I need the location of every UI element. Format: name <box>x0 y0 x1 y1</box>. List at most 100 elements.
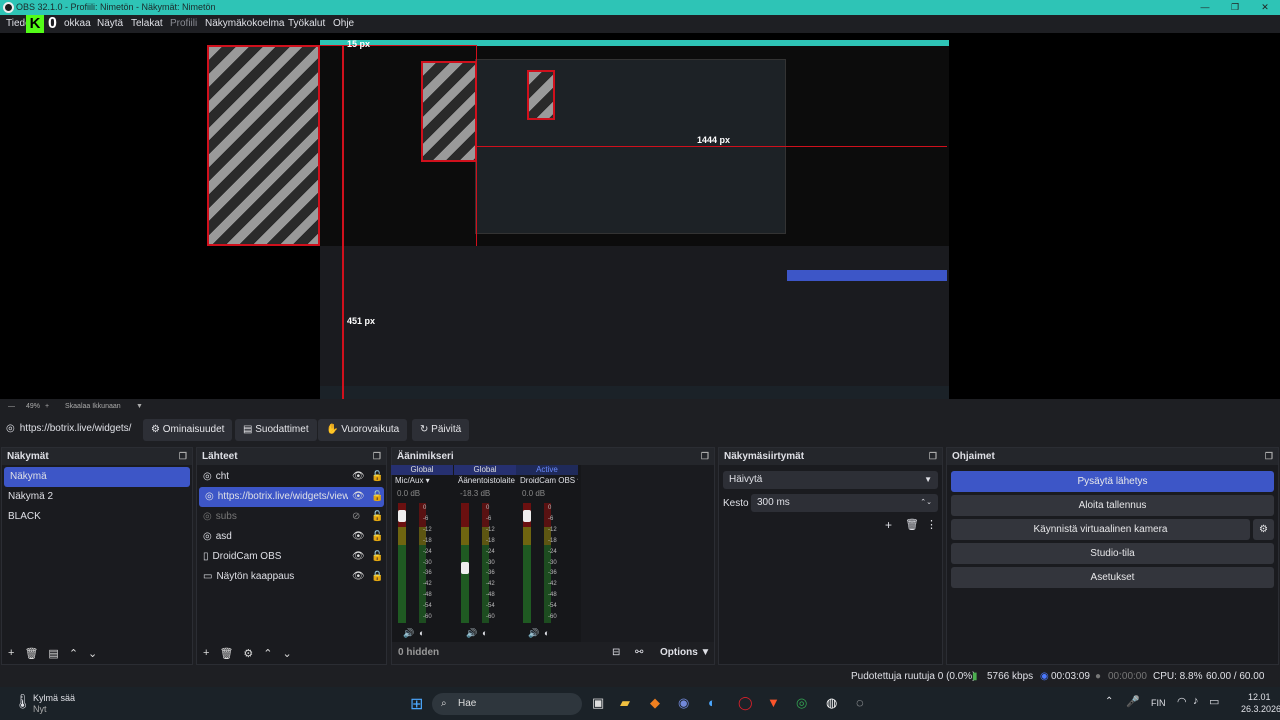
eye-icon[interactable]: 👁 <box>352 487 365 507</box>
layout-icon[interactable]: ⊟ <box>612 642 620 664</box>
source-item[interactable]: ◎ subs ⊘ 🔓 <box>197 507 386 527</box>
eye-hidden-icon[interactable]: ⊘ <box>352 507 360 527</box>
clock-time[interactable]: 12.01 <box>1248 692 1271 702</box>
add-icon[interactable]: + <box>8 647 14 660</box>
gear-icon[interactable]: ⚙ <box>243 647 253 660</box>
virtual-camera-button[interactable]: Käynnistä virtuaalinen kamera <box>951 519 1250 540</box>
speaker-icon[interactable]: 🔊 <box>466 628 477 639</box>
zoom-dropdown-icon[interactable]: ▼ <box>136 399 143 414</box>
settings-button[interactable]: Asetukset <box>951 567 1274 588</box>
filter-icon[interactable]: ▤ <box>48 647 58 660</box>
move-up-icon[interactable]: ⌃ <box>263 647 272 660</box>
eye-icon[interactable]: 👁 <box>352 467 365 487</box>
move-down-icon[interactable]: ⌄ <box>283 647 292 660</box>
app3-icon[interactable]: ◌ <box>856 695 864 710</box>
duration-spinbox[interactable]: 300 ms ⌃⌄ <box>751 494 938 512</box>
windows-start-icon[interactable]: ⊞ <box>410 694 423 714</box>
lock-icon[interactable]: 🔒 <box>371 567 383 587</box>
source-item[interactable]: ◎ https://botrix.live/widgets/viewe 👁 🔓 <box>199 487 384 507</box>
monitor-icon[interactable]: ◐ <box>419 628 424 638</box>
interact-button[interactable]: ✋ Vuorovaikuta <box>318 419 408 441</box>
app2-icon[interactable]: ◐ <box>708 695 716 710</box>
folder-icon[interactable]: ▰ <box>620 695 630 711</box>
taskbar-search[interactable]: ⌕ Hae <box>432 693 582 715</box>
trash-icon[interactable]: 🗑 <box>24 647 38 660</box>
zoom-plus-icon[interactable]: + <box>45 399 49 414</box>
zoom-scale-select[interactable]: Skaalaa Ikkunaan <box>65 399 121 414</box>
add-icon[interactable]: + <box>203 647 209 660</box>
undock-icon[interactable]: ❐ <box>179 448 187 465</box>
channel-name[interactable]: DroidCam OBS ▾ <box>516 475 578 487</box>
obs-icon[interactable]: ◍ <box>826 695 837 711</box>
source-item[interactable]: ◎ asd 👁 🔓 <box>197 527 386 547</box>
speaker-icon[interactable]: 🔊 <box>528 628 539 639</box>
speaker-icon[interactable]: 🔊 <box>403 628 414 639</box>
wifi-icon[interactable]: ◠ <box>1177 695 1187 708</box>
channel-name[interactable]: Äänentoistolaite ▾ <box>454 475 516 487</box>
virtual-camera-settings-icon[interactable]: ⚙ <box>1253 519 1274 540</box>
eye-icon[interactable]: 👁 <box>352 527 365 547</box>
volume-icon[interactable]: ♪ <box>1193 695 1199 707</box>
volume-fader[interactable] <box>398 510 406 522</box>
zoom-minus-icon[interactable]: — <box>8 399 15 414</box>
undock-icon[interactable]: ❐ <box>373 448 381 465</box>
source-item[interactable]: ▯ DroidCam OBS 👁 🔓 <box>197 547 386 567</box>
tray-chevron-icon[interactable]: ⌃ <box>1105 696 1113 707</box>
mic-icon[interactable]: 🎤 <box>1126 695 1140 708</box>
advanced-audio-icon[interactable]: ⚯ <box>635 642 643 664</box>
unlock-icon[interactable]: 🔓 <box>371 507 383 527</box>
undock-icon[interactable]: ❐ <box>929 448 937 465</box>
unlock-icon[interactable]: 🔓 <box>371 527 383 547</box>
unlock-icon[interactable]: 🔓 <box>371 487 383 507</box>
scene-item[interactable]: BLACK <box>2 507 192 527</box>
menu-scene-collection[interactable]: Näkymäkokoelma <box>205 15 284 33</box>
menu-docks[interactable]: Telakat <box>131 15 163 33</box>
brave-icon[interactable]: ▼ <box>767 695 780 710</box>
task-view-icon[interactable]: ▣ <box>592 695 604 711</box>
transition-select[interactable]: Häivytä ▼ <box>723 471 938 489</box>
unlock-icon[interactable]: 🔓 <box>371 467 383 487</box>
opera-icon[interactable]: ◯ <box>738 695 753 711</box>
options-button[interactable]: Options ▼ <box>660 642 710 664</box>
menu-profile[interactable]: Profiili <box>170 15 197 33</box>
volume-fader[interactable] <box>523 510 531 522</box>
language-indicator[interactable]: FIN <box>1151 698 1166 708</box>
studio-mode-button[interactable]: Studio-tila <box>951 543 1274 564</box>
source-item[interactable]: ◎ cht 👁 🔓 <box>197 467 386 487</box>
monitor-icon[interactable]: ◐ <box>482 628 487 638</box>
channel-name[interactable]: Mic/Aux ▾ <box>391 475 453 487</box>
chrome-icon[interactable]: ◎ <box>796 695 807 711</box>
preview-canvas[interactable]: 15 px 1444 px 451 px <box>0 33 1280 401</box>
unlock-icon[interactable]: 🔓 <box>371 547 383 567</box>
weather-text[interactable]: Kylmä sää <box>33 693 75 703</box>
maximize-button[interactable]: ❐ <box>1220 0 1250 15</box>
move-down-icon[interactable]: ⌄ <box>88 647 97 660</box>
add-icon[interactable]: + <box>885 518 892 532</box>
menu-view[interactable]: Näytä <box>97 15 123 33</box>
start-record-button[interactable]: Aloita tallennus <box>951 495 1274 516</box>
more-icon[interactable]: ⋮ <box>926 518 937 531</box>
minimize-button[interactable]: — <box>1190 0 1220 15</box>
monitor-icon[interactable]: ◐ <box>544 628 549 638</box>
menu-tools[interactable]: Työkalut <box>288 15 325 33</box>
refresh-button[interactable]: ↻ Päivitä <box>412 419 470 441</box>
spin-arrows-icon[interactable]: ⌃⌄ <box>920 494 932 512</box>
menu-help[interactable]: Ohje <box>333 15 354 33</box>
undock-icon[interactable]: ❐ <box>1265 448 1273 465</box>
close-button[interactable]: ✕ <box>1250 0 1280 15</box>
trash-icon[interactable]: 🗑 <box>219 647 233 660</box>
volume-fader[interactable] <box>461 562 469 574</box>
menu-edit[interactable]: okkaa <box>64 15 91 33</box>
battery-icon[interactable]: ▭ <box>1209 695 1219 708</box>
scene-item[interactable]: Näkymä 2 <box>2 487 192 507</box>
weather-icon[interactable]: 🌡 <box>14 693 32 710</box>
properties-button[interactable]: ⚙ Ominaisuudet <box>143 419 233 441</box>
undock-icon[interactable]: ❐ <box>701 448 709 465</box>
clock-date[interactable]: 26.3.2026 <box>1241 704 1280 714</box>
app-icon[interactable]: ◆ <box>650 695 660 711</box>
eye-icon[interactable]: 👁 <box>352 547 365 567</box>
scene-item[interactable]: Näkymä <box>4 467 190 487</box>
discord-icon[interactable]: ◉ <box>678 695 689 711</box>
move-up-icon[interactable]: ⌃ <box>69 647 78 660</box>
trash-icon[interactable]: 🗑 <box>905 518 919 531</box>
